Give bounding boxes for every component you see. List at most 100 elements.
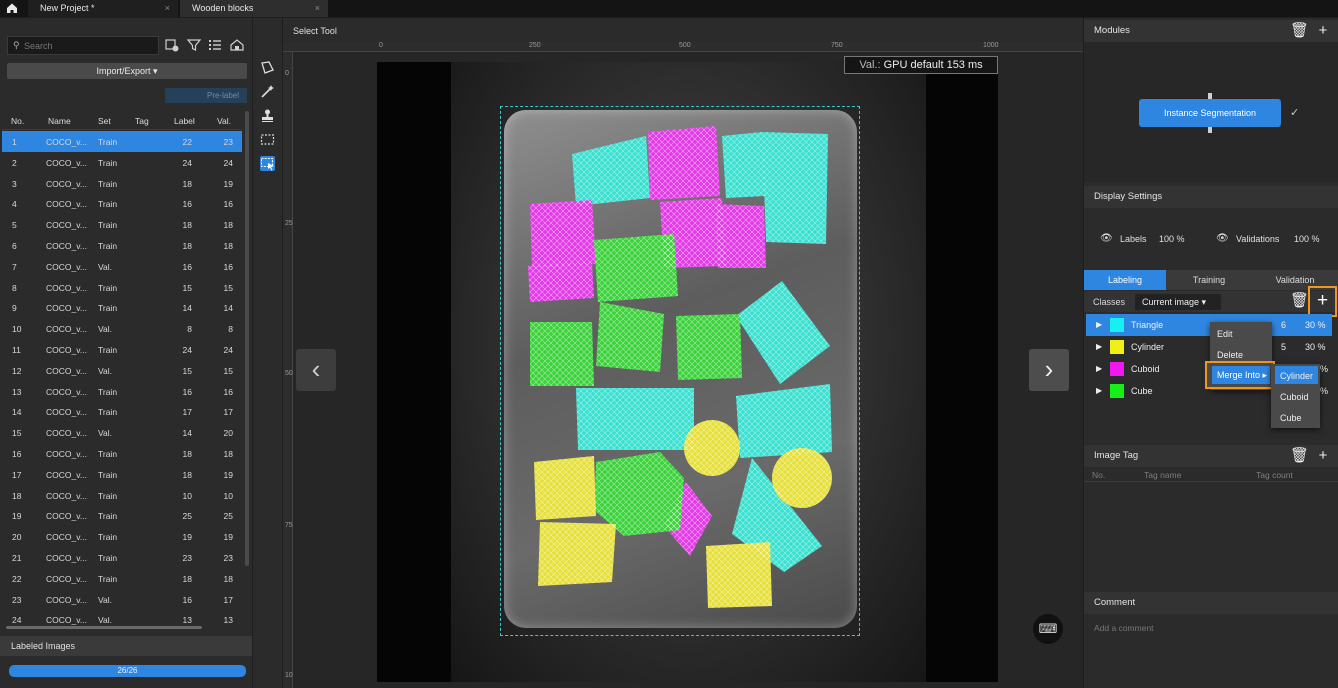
funnel-icon[interactable] xyxy=(187,38,201,52)
tab-close-icon[interactable]: × xyxy=(165,0,170,17)
magic-wand-icon[interactable] xyxy=(260,84,275,99)
image-filter-icon[interactable] xyxy=(165,38,179,52)
class-color-swatch[interactable] xyxy=(1110,340,1124,354)
cell-no: 8 xyxy=(12,282,17,293)
tab-wooden-blocks[interactable]: Wooden blocks × xyxy=(180,0,328,17)
add-class-button[interactable]: + xyxy=(1308,286,1337,317)
table-row[interactable]: 23 COCO_v... Val. 16 17 xyxy=(2,589,242,610)
home-icon[interactable] xyxy=(6,2,18,14)
class-color-swatch[interactable] xyxy=(1110,362,1124,376)
expand-icon[interactable]: ▶ xyxy=(1096,342,1102,351)
tab-training[interactable]: Training xyxy=(1168,270,1250,290)
cell-name: COCO_v... xyxy=(46,490,87,501)
table-row[interactable]: 20 COCO_v... Train 19 19 xyxy=(2,526,242,547)
class-row-triangle[interactable]: ▶ Triangle 6 30 % xyxy=(1086,314,1332,336)
table-row[interactable]: 3 COCO_v... Train 18 19 xyxy=(2,173,242,194)
cell-label: 17 xyxy=(182,407,192,418)
table-row[interactable]: 13 COCO_v... Train 16 16 xyxy=(2,381,242,402)
table-row[interactable]: 17 COCO_v... Train 18 19 xyxy=(2,464,242,485)
ruler-label: 0 xyxy=(285,70,289,77)
cell-name: COCO_v... xyxy=(46,241,87,251)
menu-item-merge-into[interactable]: Merge Into ▸ xyxy=(1212,366,1270,384)
cell-no: 5 xyxy=(12,220,17,231)
table-row[interactable]: 19 COCO_v... Train 25 25 xyxy=(2,505,242,526)
column-header-no[interactable]: No. xyxy=(11,116,24,126)
select-tool-icon[interactable] xyxy=(260,156,275,171)
pre-label-button[interactable]: Pre-label xyxy=(165,88,247,103)
expand-icon[interactable]: ▶ xyxy=(1096,320,1102,329)
class-color-swatch[interactable] xyxy=(1110,318,1124,332)
table-row[interactable]: 2 COCO_v... Train 24 24 xyxy=(2,152,242,173)
table-row[interactable]: 21 COCO_v... Train 23 23 xyxy=(2,547,242,568)
classes-scope-dropdown[interactable]: Current image ▾ xyxy=(1135,294,1221,310)
instance-segmentation-module[interactable]: Instance Segmentation xyxy=(1139,99,1281,127)
table-row[interactable]: 15 COCO_v... Val. 14 20 xyxy=(2,422,242,443)
delete-class-icon[interactable]: 🗑 xyxy=(1290,290,1309,312)
view-toggle-icon[interactable] xyxy=(230,38,244,52)
cell-set: Train xyxy=(98,199,118,210)
menu-item-delete[interactable]: Delete xyxy=(1217,350,1243,360)
search-input[interactable] xyxy=(24,39,154,53)
table-row[interactable]: 22 COCO_v... Train 18 18 xyxy=(2,568,242,589)
delete-module-icon[interactable]: 🗑 xyxy=(1290,20,1309,42)
table-row[interactable]: 4 COCO_v... Train 16 16 xyxy=(2,193,242,214)
tab-close-icon[interactable]: × xyxy=(315,0,320,17)
table-row[interactable]: 6 COCO_v... Train 18 18 xyxy=(2,235,242,256)
column-header-set[interactable]: Set xyxy=(98,116,111,126)
class-color-swatch[interactable] xyxy=(1110,384,1124,398)
delete-tag-icon[interactable]: 🗑 xyxy=(1290,445,1309,467)
column-header-name[interactable]: Name xyxy=(48,116,71,126)
merge-target-cube[interactable]: Cube xyxy=(1280,413,1302,423)
cell-no: 3 xyxy=(12,178,17,189)
cell-val: 17 xyxy=(223,407,233,418)
table-row[interactable]: 7 COCO_v... Val. 16 16 xyxy=(2,256,242,277)
column-header-label[interactable]: Label xyxy=(174,116,195,126)
previous-image-button[interactable]: ‹ xyxy=(296,349,336,391)
tab-labeling[interactable]: Labeling xyxy=(1084,270,1166,290)
add-tag-icon[interactable]: + xyxy=(1314,445,1332,467)
merge-target-cylinder[interactable]: Cylinder xyxy=(1280,371,1313,381)
comment-input[interactable]: Add a comment xyxy=(1094,623,1324,633)
cell-val: 23 xyxy=(223,553,233,563)
table-row[interactable]: 1 COCO_v... Train 22 23 xyxy=(2,131,242,152)
keyboard-shortcuts-button[interactable]: ⌨ xyxy=(1033,614,1063,644)
column-header-tag[interactable]: Tag xyxy=(135,116,149,126)
menu-item-edit[interactable]: Edit xyxy=(1217,329,1233,339)
eye-icon[interactable]: 👁 xyxy=(1216,233,1229,244)
stamp-tool-icon[interactable] xyxy=(260,108,275,123)
class-row-cylinder[interactable]: ▶ Cylinder 5 30 % xyxy=(1086,336,1332,358)
add-module-icon[interactable]: + xyxy=(1314,20,1332,42)
cell-no: 14 xyxy=(12,407,22,418)
vertical-scrollbar[interactable] xyxy=(245,111,249,566)
table-row[interactable]: 18 COCO_v... Train 10 10 xyxy=(2,485,242,506)
horizontal-scrollbar[interactable] xyxy=(6,626,202,629)
next-image-button[interactable]: › xyxy=(1029,349,1069,391)
list-icon[interactable] xyxy=(208,38,222,52)
expand-icon[interactable]: ▶ xyxy=(1096,386,1102,395)
class-name: Triangle xyxy=(1131,320,1164,330)
cell-set: Val. xyxy=(98,365,113,376)
polygon-tool-icon[interactable] xyxy=(260,60,275,75)
column-header-val[interactable]: Val. xyxy=(217,116,231,126)
table-row[interactable]: 10 COCO_v... Val. 8 8 xyxy=(2,318,242,339)
table-row[interactable]: 11 COCO_v... Train 24 24 xyxy=(2,339,242,360)
search-field[interactable]: ⚲ xyxy=(7,36,159,55)
table-row[interactable]: 9 COCO_v... Train 14 14 xyxy=(2,297,242,318)
tab-new-project[interactable]: New Project * × xyxy=(28,0,178,17)
expand-icon[interactable]: ▶ xyxy=(1096,364,1102,373)
table-row[interactable]: 5 COCO_v... Train 18 18 xyxy=(2,214,242,235)
table-row[interactable]: 16 COCO_v... Train 18 18 xyxy=(2,443,242,464)
cell-label: 16 xyxy=(182,386,192,397)
labels-opacity-value[interactable]: 100 % xyxy=(1159,234,1185,244)
cell-set: Train xyxy=(98,157,118,168)
table-row[interactable]: 8 COCO_v... Train 15 15 xyxy=(2,277,242,298)
rectangle-select-icon[interactable] xyxy=(260,132,275,147)
import-export-button[interactable]: Import/Export ▾ xyxy=(7,63,247,79)
eye-icon[interactable]: 👁 xyxy=(1100,233,1113,244)
ruler-label: 250 xyxy=(529,42,541,49)
table-row[interactable]: 12 COCO_v... Val. 15 15 xyxy=(2,360,242,381)
cell-name: COCO_v... xyxy=(46,220,87,231)
validations-opacity-value[interactable]: 100 % xyxy=(1294,234,1320,244)
table-row[interactable]: 14 COCO_v... Train 17 17 xyxy=(2,401,242,422)
merge-target-cuboid[interactable]: Cuboid xyxy=(1280,392,1309,402)
